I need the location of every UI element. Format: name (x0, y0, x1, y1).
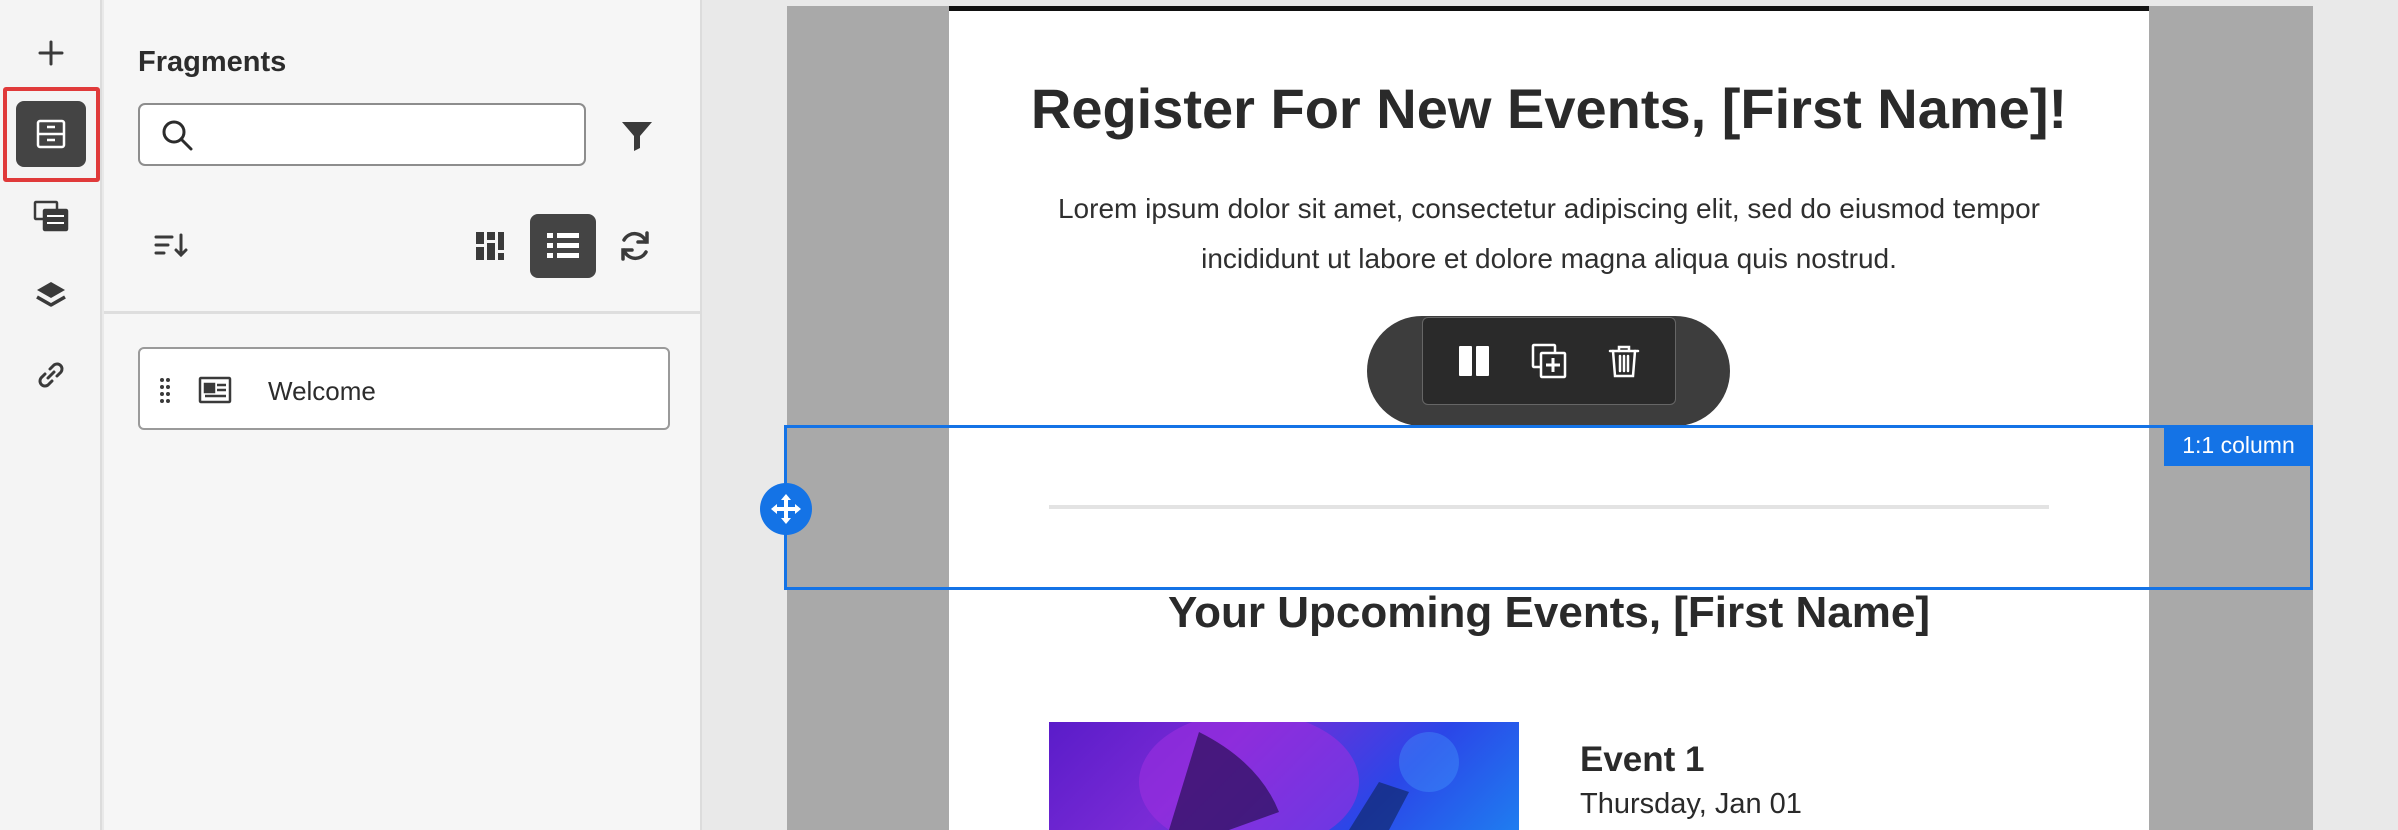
event-title[interactable]: Event 1 (1580, 740, 1705, 780)
email-top-border (949, 6, 2149, 11)
rail-highlight-box (3, 87, 100, 182)
sort-icon[interactable] (138, 214, 204, 278)
panel-divider (104, 311, 700, 314)
drag-handle-icon[interactable] (160, 377, 170, 408)
left-rail (0, 0, 102, 830)
search-input[interactable] (138, 103, 586, 166)
email-subheadline[interactable]: Your Upcoming Events, [First Name] (949, 588, 2149, 638)
assets-icon[interactable] (16, 182, 86, 248)
panel-title: Fragments (138, 46, 287, 78)
fragment-list-item[interactable]: Welcome (138, 347, 670, 430)
email-headline[interactable]: Register For New Events, [First Name]! (949, 76, 2149, 141)
selected-structure-outline[interactable] (784, 425, 2313, 590)
filter-icon[interactable] (612, 110, 662, 160)
list-view-icon[interactable] (530, 214, 596, 278)
tile-view-icon[interactable] (457, 214, 523, 278)
fragment-label: Welcome (268, 376, 376, 406)
event-image[interactable] (1049, 722, 1519, 830)
link-icon[interactable] (16, 342, 86, 408)
fragment-icon (198, 376, 232, 409)
structure-label-badge: 1:1 column (2164, 425, 2313, 466)
email-body-text[interactable]: Lorem ipsum dolor sit amet, consectetur … (1040, 184, 2058, 284)
add-icon[interactable] (16, 20, 86, 86)
layers-icon[interactable] (16, 262, 86, 328)
duplicate-icon[interactable] (1521, 333, 1577, 389)
fragments-panel: Fragments Welcome (104, 0, 702, 830)
event-date[interactable]: Thursday, Jan 01 (1580, 788, 1802, 821)
move-icon[interactable] (760, 483, 812, 535)
delete-icon[interactable] (1596, 333, 1652, 389)
columns-icon[interactable] (1446, 333, 1502, 389)
refresh-icon[interactable] (602, 214, 668, 278)
search-icon (160, 118, 194, 157)
